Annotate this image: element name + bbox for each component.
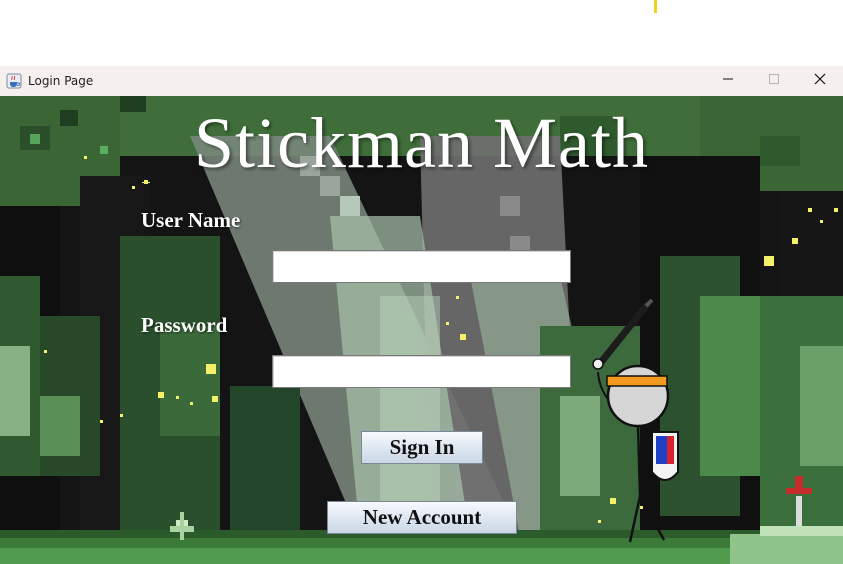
title-bar: Login Page	[0, 66, 843, 96]
password-input[interactable]	[272, 355, 571, 388]
close-button[interactable]	[797, 66, 843, 96]
maximize-icon	[768, 73, 780, 89]
username-input[interactable]	[272, 250, 571, 283]
new-account-button[interactable]: New Account	[327, 501, 517, 534]
java-cup-icon	[6, 73, 22, 89]
window-title: Login Page	[28, 74, 94, 88]
username-label: User Name	[141, 208, 241, 232]
minimize-button[interactable]	[705, 66, 751, 96]
minimize-icon	[722, 73, 734, 89]
sign-in-button[interactable]: Sign In	[361, 431, 483, 464]
password-label: Password	[141, 313, 228, 337]
game-background: Stickman Math User Name Password Sign In…	[0, 96, 843, 564]
close-icon	[814, 73, 826, 89]
window-controls	[705, 66, 843, 96]
app-heading: Stickman Math	[194, 103, 649, 183]
desktop-marker	[654, 0, 657, 13]
login-window: Login Page Stickman Math User Name Passw…	[0, 66, 843, 564]
maximize-button[interactable]	[751, 66, 797, 96]
